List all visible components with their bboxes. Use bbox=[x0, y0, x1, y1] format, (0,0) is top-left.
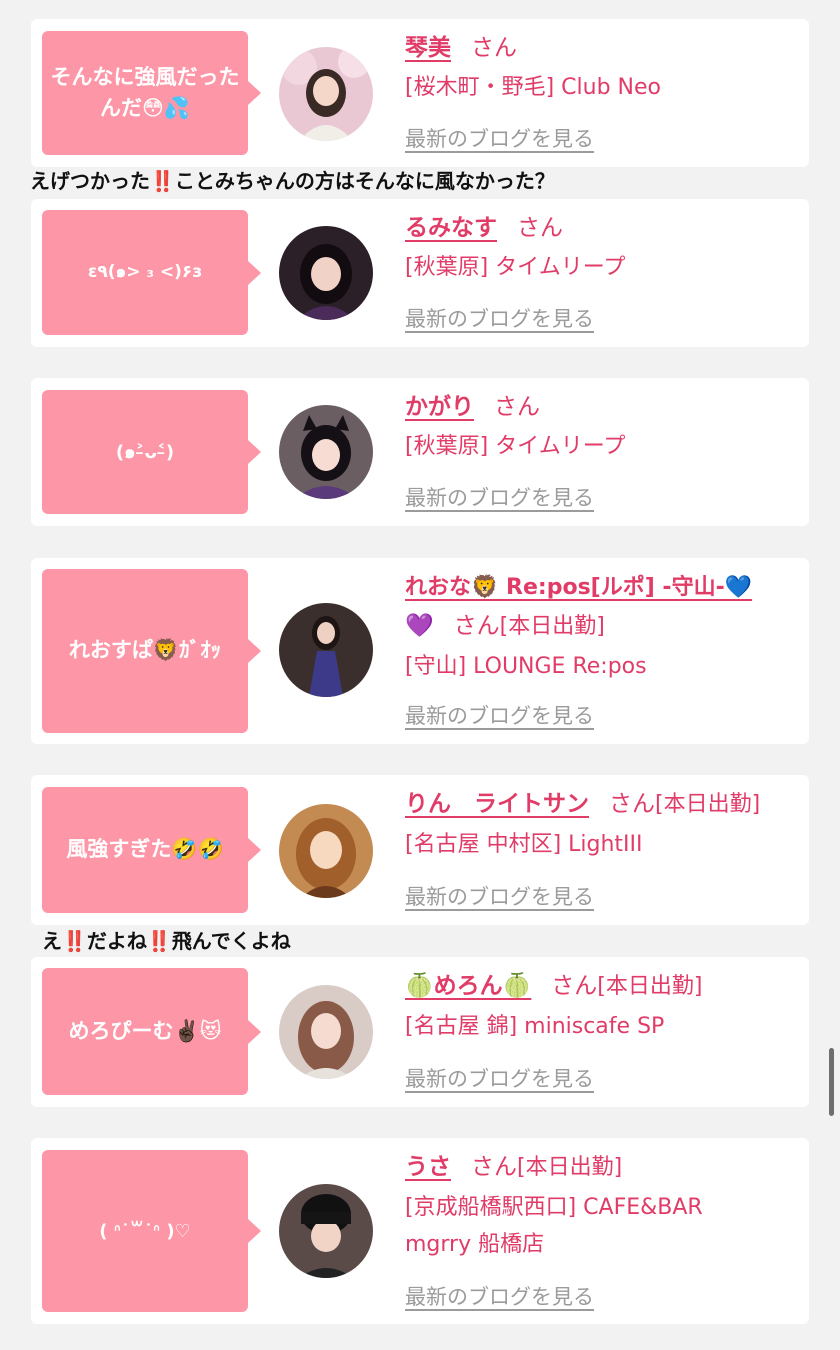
honorific: さん bbox=[471, 1154, 517, 1180]
reply-text: え bbox=[42, 929, 62, 953]
message-bubble[interactable]: ε٩(๑> ₃ <)۶з bbox=[42, 210, 261, 335]
message-text: めろぴーむ✌🏿😻 bbox=[68, 1018, 222, 1043]
message-bubble[interactable]: めろぴーむ✌🏿😻 bbox=[42, 968, 261, 1095]
reply-text: だよね bbox=[86, 929, 147, 953]
post-card: (๑˃̵ᴗ˂̵) かがり さん [秋葉原] タイムリープ 最新のブログを見る bbox=[31, 378, 809, 526]
heart-icon: 💜 bbox=[405, 613, 434, 639]
avatar[interactable] bbox=[279, 226, 373, 320]
post-card: れおすぱ🦁ｶﾞｵｯ れおな🦁 Re:pos[ルポ] -守山-💙 💜 さん[本日出勤… bbox=[31, 558, 809, 744]
blog-link[interactable]: 最新のブログを見る bbox=[405, 881, 594, 911]
message-bubble[interactable]: れおすぱ🦁ｶﾞｵｯ bbox=[42, 569, 261, 733]
status-badge: [本日出勤] bbox=[655, 792, 761, 817]
honorific: さん bbox=[517, 215, 563, 241]
status-badge: [本日出勤] bbox=[517, 1155, 623, 1180]
avatar[interactable] bbox=[279, 603, 373, 697]
reply-text: えげつかった bbox=[30, 169, 150, 193]
cast-name-link[interactable]: れおな🦁 Re:pos[ルポ] -守山-💙 bbox=[405, 575, 752, 600]
shop-label: [名古屋 錦] miniscafe SP bbox=[405, 1014, 665, 1039]
message-bubble[interactable]: (๑˃̵ᴗ˂̵) bbox=[42, 390, 261, 514]
honorific: さん bbox=[453, 613, 500, 639]
profile-info: 🍈めろん🍈 さん[本日出勤] [名古屋 錦] miniscafe SP bbox=[405, 967, 800, 1045]
shop-label: [京成船橋駅西口] CAFE&BAR bbox=[405, 1195, 703, 1220]
profile-info: 琴美 さん [桜木町・野毛] Club Neo bbox=[405, 29, 800, 106]
status-badge: [本日出勤] bbox=[499, 614, 605, 639]
cast-name-link[interactable]: うさ bbox=[405, 1154, 451, 1180]
blog-link[interactable]: 最新のブログを見る bbox=[405, 303, 594, 333]
blog-link[interactable]: 最新のブログを見る bbox=[405, 123, 594, 153]
exclamation-icon: ‼️ bbox=[150, 169, 175, 193]
avatar[interactable] bbox=[279, 47, 373, 141]
message-bubble[interactable]: 風強すぎた🤣🤣 bbox=[42, 787, 261, 913]
reply-comment: えげつかった‼️ことみちゃんの方はそんなに風なかった？ bbox=[30, 165, 555, 194]
scrollbar[interactable] bbox=[829, 1048, 834, 1116]
shop-label-line2: mgrry 船橋店 bbox=[405, 1232, 545, 1257]
blog-link[interactable]: 最新のブログを見る bbox=[405, 1281, 594, 1311]
avatar[interactable] bbox=[279, 405, 373, 499]
honorific: さん bbox=[609, 791, 655, 817]
message-bubble[interactable]: ( ᐢ˙꒳˙ᐢ )♡ bbox=[42, 1150, 261, 1312]
message-text: 風強すぎた🤣🤣 bbox=[66, 837, 224, 862]
shop-label: [守山] LOUNGE Re:pos bbox=[405, 654, 647, 679]
message-text: そんなに強風だったんだ😳💦 bbox=[50, 64, 240, 121]
shop-label: [名古屋 中村区] LightIII bbox=[405, 832, 643, 857]
avatar[interactable] bbox=[279, 1184, 373, 1278]
honorific: さん bbox=[471, 35, 517, 61]
reply-comment: え‼️だよね‼️飛んでくよね bbox=[42, 925, 291, 954]
blog-link[interactable]: 最新のブログを見る bbox=[405, 700, 594, 730]
message-text: ( ᐢ˙꒳˙ᐢ )♡ bbox=[99, 1220, 191, 1242]
exclamation-icon: ‼️ bbox=[62, 929, 87, 953]
shop-label: [秋葉原] タイムリープ bbox=[405, 434, 626, 459]
blog-link[interactable]: 最新のブログを見る bbox=[405, 1063, 594, 1093]
cast-name-link[interactable]: かがり bbox=[405, 394, 474, 420]
reply-text: 飛んでくよね bbox=[171, 929, 291, 953]
post-card: ε٩(๑> ₃ <)۶з るみなす さん [秋葉原] タイムリープ 最新のブログを… bbox=[31, 199, 809, 347]
status-badge: [本日出勤] bbox=[597, 974, 703, 999]
post-card: めろぴーむ✌🏿😻 🍈めろん🍈 さん[本日出勤] [名古屋 錦] miniscafe… bbox=[31, 957, 809, 1107]
post-card: そんなに強風だったんだ😳💦 琴美 さん [桜木町・野毛] Club Neo 最新の… bbox=[31, 19, 809, 167]
profile-info: るみなす さん [秋葉原] タイムリープ bbox=[405, 209, 800, 286]
cast-name-link[interactable]: りん ライトサン bbox=[405, 791, 589, 817]
profile-info: れおな🦁 Re:pos[ルポ] -守山-💙 💜 さん[本日出勤] [守山] LOU… bbox=[405, 568, 800, 685]
profile-info: うさ さん[本日出勤] [京成船橋駅西口] CAFE&BAR mgrry 船橋店 bbox=[405, 1148, 800, 1263]
reply-text: ことみちゃんの方はそんなに風なかった？ bbox=[174, 169, 555, 193]
cast-name-link[interactable]: 琴美 bbox=[405, 35, 451, 61]
message-text: れおすぱ🦁ｶﾞｵｯ bbox=[68, 638, 222, 663]
post-card: 風強すぎた🤣🤣 りん ライトサン さん[本日出勤] [名古屋 中村区] Light… bbox=[31, 775, 809, 925]
blog-link[interactable]: 最新のブログを見る bbox=[405, 482, 594, 512]
shop-label: [秋葉原] タイムリープ bbox=[405, 255, 626, 280]
profile-info: かがり さん [秋葉原] タイムリープ bbox=[405, 388, 800, 465]
shop-label: [桜木町・野毛] Club Neo bbox=[405, 75, 661, 100]
cast-name-link[interactable]: 🍈めろん🍈 bbox=[405, 973, 531, 999]
post-card: ( ᐢ˙꒳˙ᐢ )♡ うさ さん[本日出勤] [京成船橋駅西口] CAFE&BAR… bbox=[31, 1138, 809, 1324]
avatar[interactable] bbox=[279, 985, 373, 1079]
honorific: さん bbox=[551, 973, 598, 999]
exclamation-icon: ‼️ bbox=[146, 929, 172, 953]
profile-info: りん ライトサン さん[本日出勤] [名古屋 中村区] LightIII bbox=[405, 785, 800, 863]
message-text: (๑˃̵ᴗ˂̵) bbox=[115, 441, 175, 463]
honorific: さん bbox=[494, 394, 540, 420]
cast-name-link[interactable]: るみなす bbox=[405, 215, 497, 241]
avatar[interactable] bbox=[279, 804, 373, 898]
message-bubble[interactable]: そんなに強風だったんだ😳💦 bbox=[42, 31, 261, 155]
message-text: ε٩(๑> ₃ <)۶з bbox=[87, 261, 203, 282]
